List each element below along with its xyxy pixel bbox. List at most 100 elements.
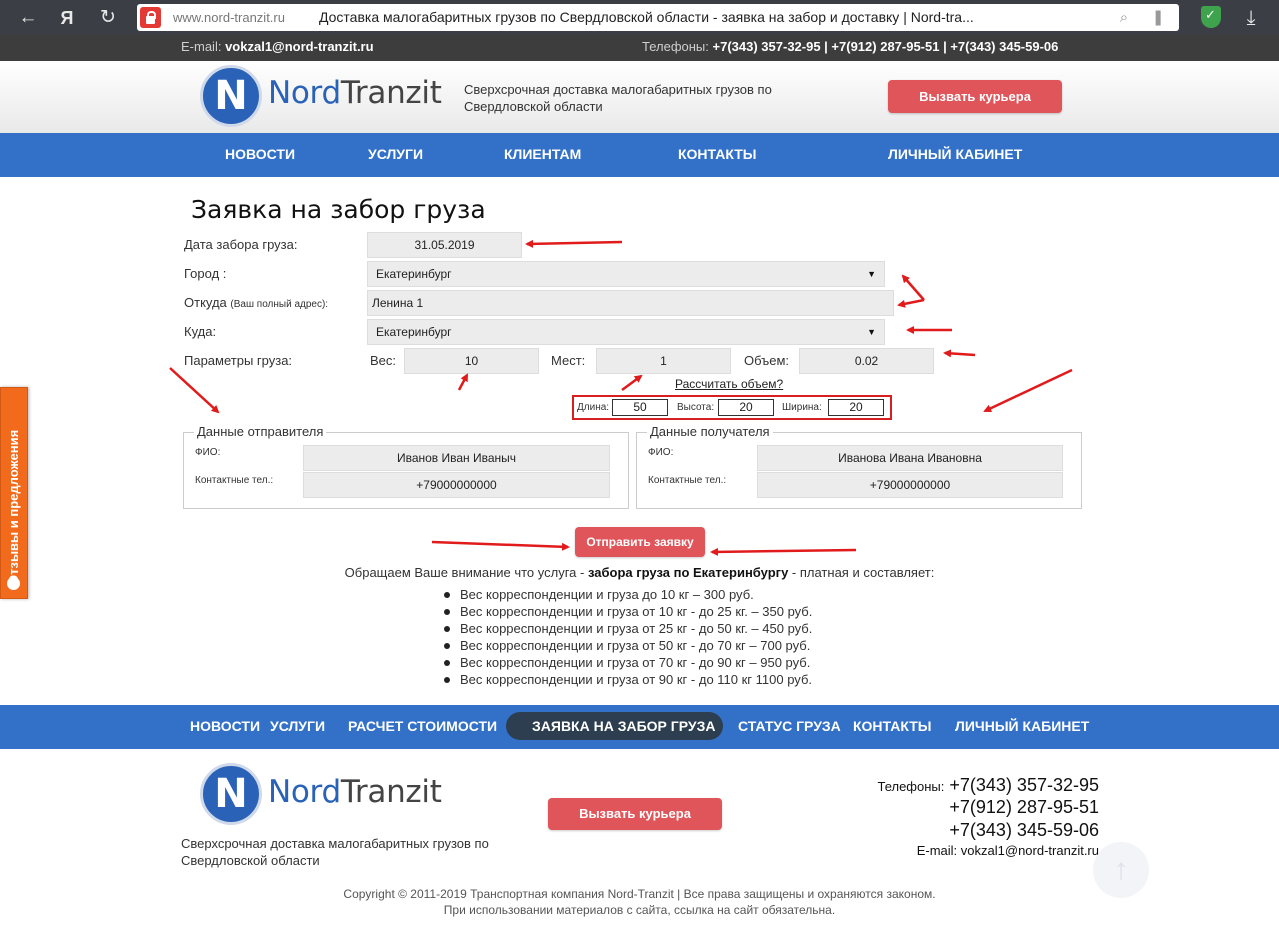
footer-menu-status[interactable]: СТАТУС ГРУЗА bbox=[738, 705, 841, 749]
chevron-down-icon: ▼ bbox=[867, 327, 876, 337]
topbar-email: E-mail: vokzal1@nord-tranzit.ru bbox=[181, 39, 374, 54]
volume-label: Объем: bbox=[744, 353, 790, 368]
download-icon[interactable]: ⤓ bbox=[1238, 5, 1264, 31]
arrow-submit-right bbox=[710, 547, 857, 556]
arrow-weight bbox=[457, 373, 469, 391]
footer-menu-cost[interactable]: РАСЧЕТ СТОИМОСТИ bbox=[348, 705, 497, 749]
recipient-fio-input[interactable]: Иванова Ивана Ивановна bbox=[757, 445, 1063, 471]
footer-call-courier-button[interactable]: Вызвать курьера bbox=[548, 798, 722, 830]
arrow-submit-left bbox=[431, 540, 570, 551]
footer-logo-icon[interactable]: N ↑ bbox=[200, 763, 262, 825]
back-button[interactable]: ← bbox=[15, 5, 41, 31]
to-label: Куда: bbox=[184, 324, 217, 339]
footer-menu-services[interactable]: УСЛУГИ bbox=[270, 705, 325, 749]
lock-icon[interactable] bbox=[140, 7, 161, 28]
recipient-fio-label: ФИО: bbox=[648, 447, 674, 458]
site-header: N ↑ NordTranzit Сверхсрочная доставка ма… bbox=[0, 61, 1279, 133]
arrow-city bbox=[901, 274, 925, 301]
chevron-down-icon: ▼ bbox=[867, 269, 876, 279]
height-label: Высота: bbox=[677, 402, 715, 413]
footer-phone-1: Телефоны: +7(343) 357-32-95 bbox=[877, 775, 1099, 795]
call-courier-button[interactable]: Вызвать курьера bbox=[888, 80, 1062, 113]
footer-phone-3: +7(343) 345-59-06 bbox=[949, 820, 1099, 840]
reload-button[interactable]: ↻ bbox=[95, 5, 121, 31]
height-input[interactable]: 20 bbox=[718, 399, 774, 416]
url-text: www.nord-tranzit.ru bbox=[173, 10, 285, 25]
city-select[interactable]: Екатеринбург ▼ bbox=[367, 261, 885, 287]
main-menu: НОВОСТИ УСЛУГИ КЛИЕНТАМ КОНТАКТЫ ЛИЧНЫЙ … bbox=[0, 133, 1279, 177]
logo-text[interactable]: NordTranzit bbox=[268, 75, 442, 111]
menu-services[interactable]: УСЛУГИ bbox=[368, 133, 423, 177]
arrow-places bbox=[621, 374, 643, 392]
footer-menu-pickup[interactable]: ЗАЯВКА НА ЗАБОР ГРУЗА bbox=[532, 705, 715, 749]
menu-clients[interactable]: КЛИЕНТАМ bbox=[504, 133, 581, 177]
list-item: Вес корреспонденции и груза до 10 кг – 3… bbox=[442, 586, 812, 603]
footer-menu: НОВОСТИ УСЛУГИ РАСЧЕТ СТОИМОСТИ ЗАЯВКА Н… bbox=[0, 705, 1279, 749]
width-label: Ширина: bbox=[782, 402, 822, 413]
sender-fio-input[interactable]: Иванов Иван Иваныч bbox=[303, 445, 610, 471]
date-field[interactable]: 31.05.2019 bbox=[367, 232, 522, 258]
weight-input[interactable]: 10 bbox=[404, 348, 539, 374]
sender-fieldset: Данные отправителя ФИО: Иванов Иван Иван… bbox=[183, 424, 629, 509]
width-input[interactable]: 20 bbox=[828, 399, 884, 416]
footer-logo-text[interactable]: NordTranzit bbox=[268, 774, 442, 810]
volume-input[interactable]: 0.02 bbox=[799, 348, 934, 374]
arrow-volume bbox=[943, 349, 976, 358]
bookmark-icon[interactable]: ❚ bbox=[1147, 7, 1169, 29]
price-list: Вес корреспонденции и груза до 10 кг – 3… bbox=[442, 586, 812, 688]
places-label: Мест: bbox=[551, 353, 586, 368]
menu-news[interactable]: НОВОСТИ bbox=[225, 133, 295, 177]
recipient-fieldset: Данные получателя ФИО: Иванова Ивана Ива… bbox=[636, 424, 1082, 509]
arrow-recipient bbox=[983, 368, 1073, 413]
from-label: Откуда (Ваш полный адрес): bbox=[184, 295, 329, 310]
page-title: Заявка на забор груза bbox=[191, 195, 486, 224]
copyright: Copyright © 2011-2019 Транспортная компа… bbox=[343, 887, 936, 917]
weight-label: Вес: bbox=[370, 353, 397, 368]
search-icon[interactable]: ⌕ bbox=[1113, 7, 1135, 29]
list-item: Вес корреспонденции и груза от 90 кг - д… bbox=[442, 671, 812, 688]
footer-email-link[interactable]: vokzal1@nord-tranzit.ru bbox=[961, 843, 1099, 858]
footer-email: E-mail: vokzal1@nord-tranzit.ru bbox=[916, 843, 1099, 858]
recipient-legend: Данные получателя bbox=[647, 424, 773, 439]
yandex-button[interactable]: Я bbox=[54, 5, 80, 31]
shield-icon[interactable] bbox=[1201, 6, 1221, 28]
date-label: Дата забора груза: bbox=[184, 237, 298, 252]
header-tagline: Сверхсрочная доставка малогабаритных гру… bbox=[464, 82, 772, 114]
footer-menu-account[interactable]: ЛИЧНЫЙ КАБИНЕТ bbox=[955, 705, 1089, 749]
menu-account[interactable]: ЛИЧНЫЙ КАБИНЕТ bbox=[888, 133, 1022, 177]
list-item: Вес корреспонденции и груза от 10 кг - д… bbox=[442, 603, 812, 620]
topbar-email-link[interactable]: vokzal1@nord-tranzit.ru bbox=[225, 39, 373, 54]
recipient-phone-input[interactable]: +79000000000 bbox=[757, 472, 1063, 498]
list-item: Вес корреспонденции и груза от 25 кг - д… bbox=[442, 620, 812, 637]
footer-menu-contacts[interactable]: КОНТАКТЫ bbox=[853, 705, 931, 749]
sender-phone-input[interactable]: +79000000000 bbox=[303, 472, 610, 498]
page-title-text: Доставка малогабаритных грузов по Свердл… bbox=[319, 9, 974, 25]
feedback-tab-label: Отзывы и предложения bbox=[6, 429, 21, 585]
footer-tagline: Сверхсрочная доставка малогабаритных гру… bbox=[181, 836, 489, 868]
address-bar[interactable]: www.nord-tranzit.ru Доставка малогабарит… bbox=[137, 4, 1179, 31]
menu-contacts[interactable]: КОНТАКТЫ bbox=[678, 133, 756, 177]
logo-icon[interactable]: N ↑ bbox=[200, 65, 262, 127]
list-item: Вес корреспонденции и груза от 70 кг - д… bbox=[442, 654, 812, 671]
submit-request-button[interactable]: Отправить заявку bbox=[575, 527, 705, 557]
calc-volume-link[interactable]: Рассчитать объем? bbox=[675, 377, 783, 391]
to-select[interactable]: Екатеринбург ▼ bbox=[367, 319, 885, 345]
sender-phone-label: Контактные тел.: bbox=[195, 475, 274, 486]
topbar-phones: Телефоны: +7(343) 357-32-95 | +7(912) 28… bbox=[642, 39, 1059, 54]
footer-menu-news[interactable]: НОВОСТИ bbox=[190, 705, 260, 749]
contact-bar: E-mail: vokzal1@nord-tranzit.ru Телефоны… bbox=[0, 35, 1279, 61]
arrow-date bbox=[525, 239, 623, 248]
length-label: Длина: bbox=[577, 402, 610, 413]
sender-fio-label: ФИО: bbox=[195, 447, 221, 458]
sender-legend: Данные отправителя bbox=[194, 424, 327, 439]
from-address-input[interactable]: Ленина 1 bbox=[367, 290, 894, 316]
arrow-sender bbox=[169, 367, 220, 414]
footer-phone-2: +7(912) 287-95-51 bbox=[949, 797, 1099, 817]
dimensions-box: Длина: 50 Высота: 20 Ширина: 20 bbox=[572, 395, 892, 420]
browser-toolbar: ← Я ↻ www.nord-tranzit.ru Доставка малог… bbox=[0, 0, 1279, 35]
length-input[interactable]: 50 bbox=[612, 399, 668, 416]
arrow-from bbox=[897, 298, 925, 308]
places-input[interactable]: 1 bbox=[596, 348, 731, 374]
city-label: Город : bbox=[184, 266, 227, 281]
list-item: Вес корреспонденции и груза от 50 кг - д… bbox=[442, 637, 812, 654]
